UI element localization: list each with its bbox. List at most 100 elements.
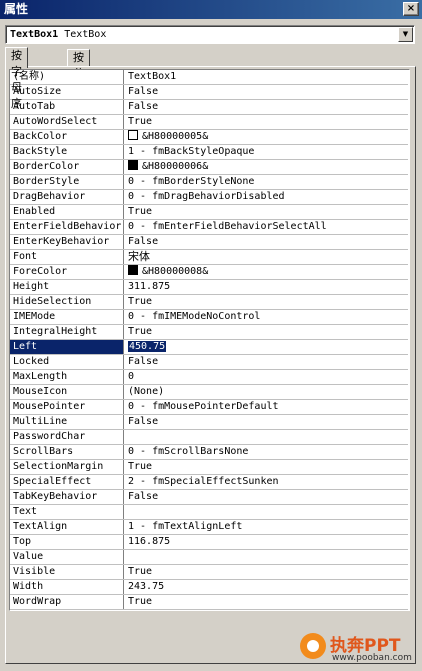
property-value[interactable]: 0 - fmEnterFieldBehaviorSelectAll <box>125 220 408 234</box>
property-value[interactable]: 0 - fmScrollBarsNone <box>125 445 408 459</box>
property-row[interactable]: Text <box>10 505 408 520</box>
property-value[interactable]: False <box>125 85 408 99</box>
property-name[interactable]: Value <box>10 550 124 564</box>
property-value[interactable]: True <box>125 205 408 219</box>
property-name[interactable]: AutoSize <box>10 85 124 99</box>
property-name[interactable]: Height <box>10 280 124 294</box>
property-value[interactable]: False <box>125 490 408 504</box>
property-value[interactable]: 2 - fmSpecialEffectSunken <box>125 475 408 489</box>
property-name[interactable]: TextAlign <box>10 520 124 534</box>
property-row[interactable]: Left 450.75 <box>10 340 408 355</box>
property-row[interactable]: AutoWordSelect True <box>10 115 408 130</box>
property-name[interactable]: AutoWordSelect <box>10 115 124 129</box>
property-row[interactable]: BackStyle 1 - fmBackStyleOpaque <box>10 145 408 160</box>
property-value[interactable]: False <box>125 355 408 369</box>
property-name[interactable]: BackColor <box>10 130 124 144</box>
property-row[interactable]: AutoSize False <box>10 85 408 100</box>
property-name[interactable]: SpecialEffect <box>10 475 124 489</box>
property-row[interactable]: (名称) TextBox1 <box>10 70 408 85</box>
property-value[interactable]: True <box>125 295 408 309</box>
property-name[interactable]: ScrollBars <box>10 445 124 459</box>
property-value[interactable]: &H80000005& <box>125 130 408 144</box>
property-row[interactable]: IntegralHeight True <box>10 325 408 340</box>
property-value[interactable]: True <box>125 115 408 129</box>
property-name[interactable]: IMEMode <box>10 310 124 324</box>
property-name[interactable]: Visible <box>10 565 124 579</box>
property-row[interactable]: Value <box>10 550 408 565</box>
property-name[interactable]: SelectionMargin <box>10 460 124 474</box>
property-row[interactable]: HideSelection True <box>10 295 408 310</box>
property-value[interactable]: (None) <box>125 385 408 399</box>
property-value[interactable]: True <box>125 565 408 579</box>
property-row[interactable]: Locked False <box>10 355 408 370</box>
property-value[interactable]: 0 - fmDragBehaviorDisabled <box>125 190 408 204</box>
tab-categorized[interactable]: 按分类序 <box>67 49 90 112</box>
property-row[interactable]: Visible True <box>10 565 408 580</box>
property-value[interactable]: False <box>125 415 408 429</box>
property-value[interactable]: 宋体 <box>125 250 408 264</box>
property-name[interactable]: BorderColor <box>10 160 124 174</box>
property-name[interactable]: DragBehavior <box>10 190 124 204</box>
property-value[interactable]: TextBox1 <box>125 70 408 84</box>
property-value[interactable]: &H80000008& <box>125 265 408 279</box>
property-row[interactable]: SpecialEffect 2 - fmSpecialEffectSunken <box>10 475 408 490</box>
property-name[interactable]: (名称) <box>10 70 124 84</box>
property-value[interactable] <box>125 505 408 519</box>
property-name[interactable]: AutoTab <box>10 100 124 114</box>
property-row[interactable]: AutoTab False <box>10 100 408 115</box>
property-name[interactable]: EnterKeyBehavior <box>10 235 124 249</box>
property-row[interactable]: SelectionMargin True <box>10 460 408 475</box>
property-row[interactable]: Enabled True <box>10 205 408 220</box>
property-value[interactable]: 0 - fmIMEModeNoControl <box>125 310 408 324</box>
property-name[interactable]: MultiLine <box>10 415 124 429</box>
property-value[interactable]: True <box>125 460 408 474</box>
property-row[interactable]: PasswordChar <box>10 430 408 445</box>
property-name[interactable]: HideSelection <box>10 295 124 309</box>
property-value[interactable]: 311.875 <box>125 280 408 294</box>
property-row[interactable]: Top 116.875 <box>10 535 408 550</box>
property-name[interactable]: MousePointer <box>10 400 124 414</box>
property-name[interactable]: BorderStyle <box>10 175 124 189</box>
property-row[interactable]: TextAlign 1 - fmTextAlignLeft <box>10 520 408 535</box>
property-name[interactable]: Width <box>10 580 124 594</box>
property-row[interactable]: Font 宋体 <box>10 250 408 265</box>
property-name[interactable]: IntegralHeight <box>10 325 124 339</box>
property-value[interactable]: 0 - fmBorderStyleNone <box>125 175 408 189</box>
close-button[interactable]: × <box>403 2 419 16</box>
property-value[interactable]: True <box>125 325 408 339</box>
property-row[interactable]: BackColor &H80000005& <box>10 130 408 145</box>
property-name[interactable]: BackStyle <box>10 145 124 159</box>
property-name[interactable]: PasswordChar <box>10 430 124 444</box>
property-name[interactable]: MaxLength <box>10 370 124 384</box>
property-value[interactable]: True <box>125 595 408 609</box>
property-value[interactable]: 0 <box>125 370 408 384</box>
property-row[interactable]: Height 311.875 <box>10 280 408 295</box>
dropdown-button[interactable]: ▼ <box>398 27 413 42</box>
property-row[interactable]: EnterKeyBehavior False <box>10 235 408 250</box>
property-row[interactable]: MouseIcon (None) <box>10 385 408 400</box>
property-name[interactable]: Top <box>10 535 124 549</box>
property-value[interactable]: 243.75 <box>125 580 408 594</box>
property-row[interactable]: MousePointer 0 - fmMousePointerDefault <box>10 400 408 415</box>
property-value[interactable]: False <box>125 235 408 249</box>
property-name[interactable]: Left <box>10 340 124 354</box>
property-row[interactable]: BorderColor &H80000006& <box>10 160 408 175</box>
property-value[interactable] <box>125 550 408 564</box>
tab-alphabetic[interactable]: 按字母序 <box>5 47 28 110</box>
property-row[interactable]: TabKeyBehavior False <box>10 490 408 505</box>
property-value[interactable]: &H80000006& <box>125 160 408 174</box>
property-name[interactable]: Font <box>10 250 124 264</box>
property-name[interactable]: Enabled <box>10 205 124 219</box>
property-value[interactable]: False <box>125 100 408 114</box>
property-name[interactable]: WordWrap <box>10 595 124 609</box>
object-selector[interactable]: TextBox1 TextBox ▼ <box>5 25 415 44</box>
property-name[interactable]: EnterFieldBehavior <box>10 220 124 234</box>
property-name[interactable]: Text <box>10 505 124 519</box>
property-row[interactable]: WordWrap True <box>10 595 408 610</box>
property-name[interactable]: TabKeyBehavior <box>10 490 124 504</box>
property-row[interactable]: BorderStyle 0 - fmBorderStyleNone <box>10 175 408 190</box>
property-row[interactable]: Width 243.75 <box>10 580 408 595</box>
property-value[interactable]: 0 - fmMousePointerDefault <box>125 400 408 414</box>
property-row[interactable]: MultiLine False <box>10 415 408 430</box>
property-name[interactable]: Locked <box>10 355 124 369</box>
